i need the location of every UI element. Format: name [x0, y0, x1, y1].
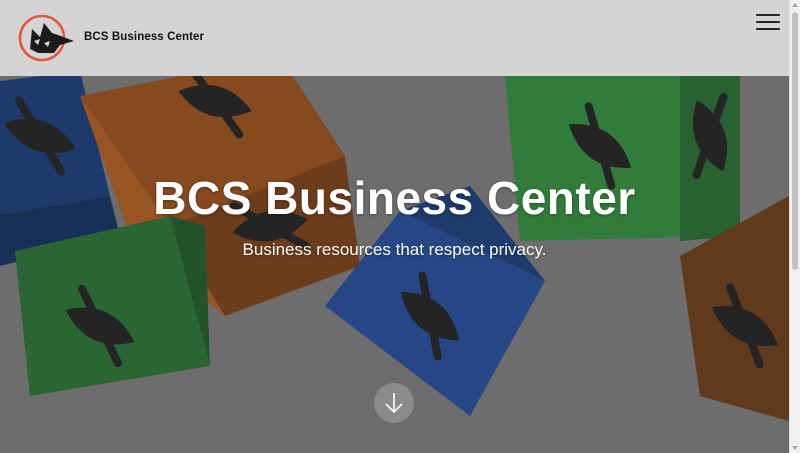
menu-line — [756, 21, 780, 23]
scroll-up-arrow-icon[interactable] — [792, 3, 798, 7]
hero-title: BCS Business Center — [153, 172, 636, 224]
brand-name[interactable]: BCS Business Center — [84, 31, 204, 43]
scrollbar-thumb[interactable] — [792, 12, 798, 270]
site-header: BCS Business Center — [0, 0, 789, 76]
vertical-scrollbar[interactable] — [789, 0, 800, 453]
scroll-down-arrow-icon[interactable] — [792, 446, 798, 450]
hero-subtitle: Business resources that respect privacy. — [242, 240, 547, 259]
wolf-logo-icon[interactable] — [18, 13, 76, 63]
scroll-down-button[interactable] — [374, 383, 414, 423]
menu-line — [756, 14, 780, 16]
hero-section: BCS Business Center Business resources t… — [0, 76, 789, 453]
arrow-down-icon — [385, 393, 403, 414]
hamburger-menu-icon[interactable] — [756, 14, 780, 34]
menu-line — [756, 28, 780, 30]
